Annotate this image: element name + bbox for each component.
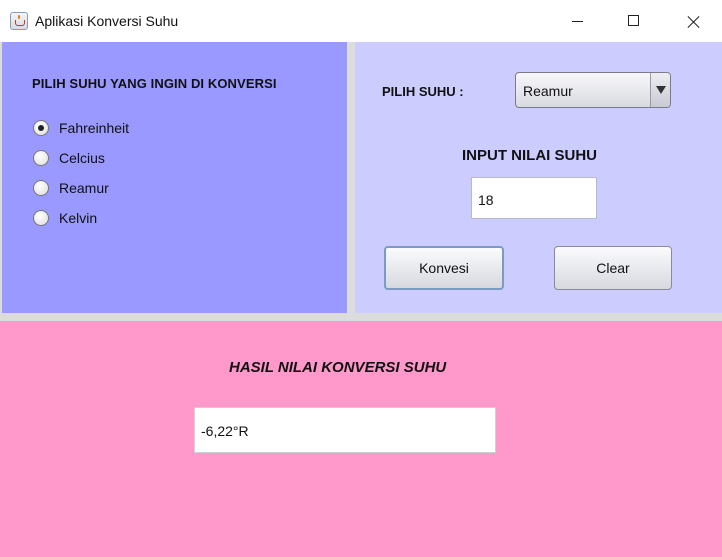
minimize-button[interactable] [548,0,606,42]
result-heading: HASIL NILAI KONVERSI SUHU [229,359,447,376]
result-value[interactable]: -6,22°R [201,423,249,439]
window-title: Aplikasi Konversi Suhu [35,13,179,29]
radio-unselected-icon[interactable] [33,180,49,196]
radio-label[interactable]: Reamur [59,180,109,196]
target-unit-label: PILIH SUHU : [382,84,464,99]
radio-label[interactable]: Fahreinheit [59,120,129,136]
close-button[interactable] [664,0,722,42]
radio-label[interactable]: Kelvin [59,210,97,226]
maximize-button[interactable] [606,0,664,42]
radio-label[interactable]: Celcius [59,150,105,166]
radio-unselected-icon[interactable] [33,150,49,166]
clear-button[interactable]: Clear [554,246,672,290]
temperature-input-value[interactable]: 18 [478,192,494,208]
radio-selected-icon[interactable] [33,120,49,136]
target-input-panel: PILIH SUHU : Reamur INPUT NILAI SUHU 18 … [355,42,722,313]
result-field[interactable]: -6,22°R [194,407,496,453]
result-panel: HASIL NILAI KONVERSI SUHU -6,22°R [0,321,722,557]
input-heading: INPUT NILAI SUHU [462,147,597,164]
dropdown-arrow-icon[interactable] [650,73,670,107]
source-heading: PILIH SUHU YANG INGIN DI KONVERSI [32,76,277,91]
title-bar: Aplikasi Konversi Suhu [0,0,722,42]
target-unit-dropdown[interactable]: Reamur [515,72,671,108]
convert-button[interactable]: Konvesi [384,246,504,290]
java-cup-icon [10,12,28,30]
temperature-source-panel: PILIH SUHU YANG INGIN DI KONVERSI Fahrei… [2,42,347,313]
dropdown-selected-value[interactable]: Reamur [523,83,573,99]
radio-unselected-icon[interactable] [33,210,49,226]
temperature-input[interactable]: 18 [471,177,597,219]
